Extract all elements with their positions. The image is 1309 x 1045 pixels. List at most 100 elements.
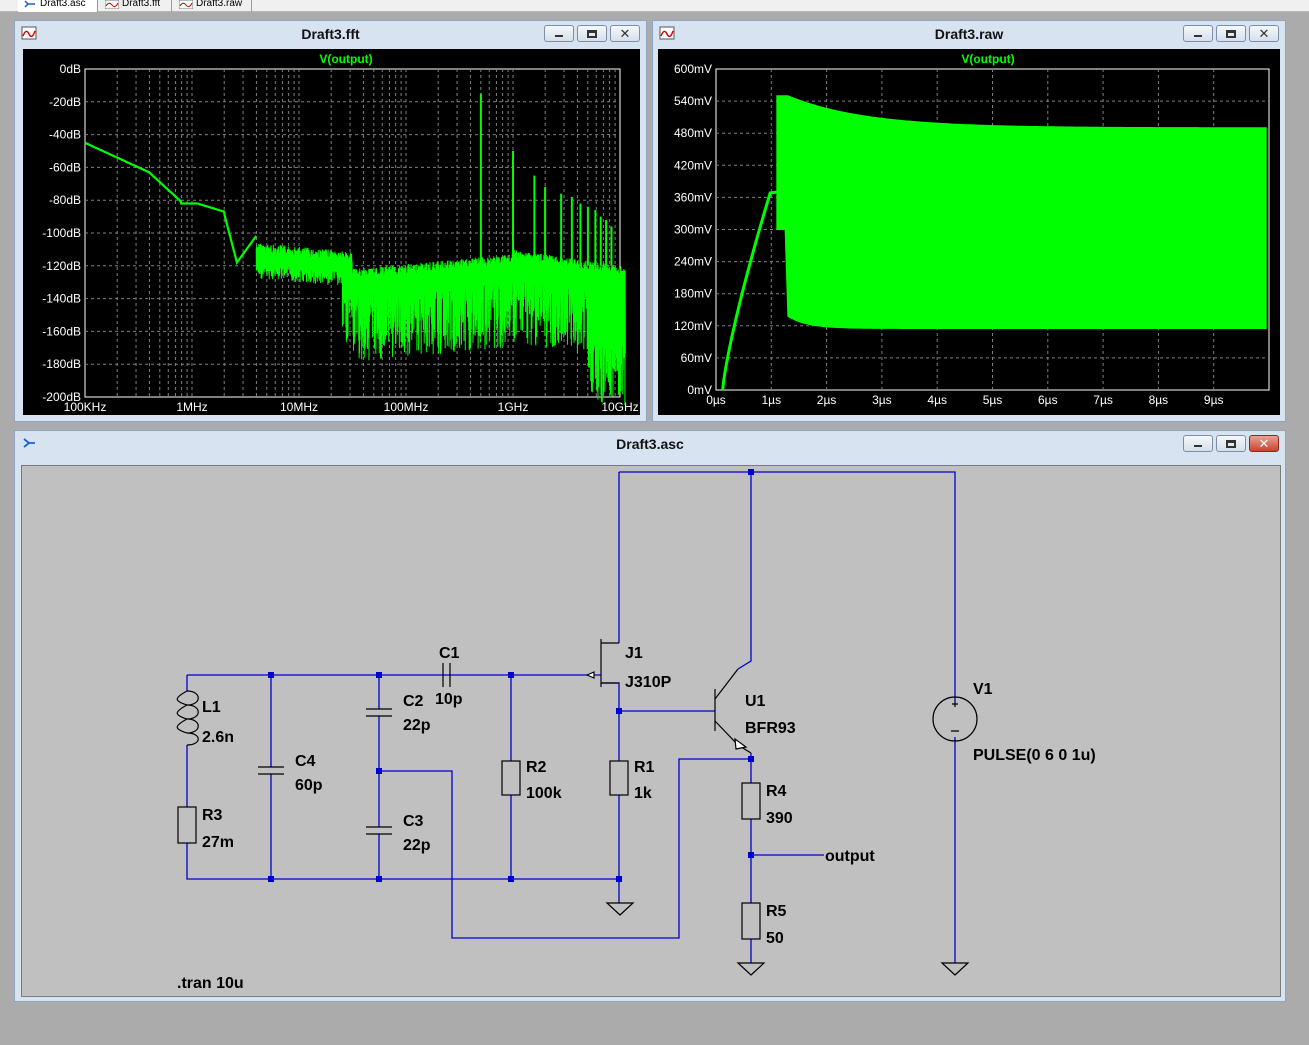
x-tick-label: 6µs xyxy=(1038,393,1058,407)
close-button[interactable]: ✕ xyxy=(1249,435,1279,452)
minimize-icon xyxy=(1194,35,1202,37)
y-tick-label: -80dB xyxy=(49,193,81,207)
minimize-icon xyxy=(555,35,563,37)
close-icon: ✕ xyxy=(1258,436,1270,451)
minimize-button[interactable] xyxy=(1183,435,1213,452)
y-tick-label: 240mV xyxy=(674,255,712,269)
close-button[interactable]: ✕ xyxy=(1249,25,1279,42)
window-titlebar[interactable]: Draft3.fft ✕ xyxy=(15,21,646,45)
close-button[interactable]: ✕ xyxy=(610,25,640,42)
transient-plot-window[interactable]: Draft3.raw ✕ V(output) 600mV 540mV 480mV 42… xyxy=(652,20,1286,422)
fft-trace-noise[interactable] xyxy=(255,243,626,406)
window-titlebar[interactable]: Draft3.raw ✕ xyxy=(653,21,1285,45)
transient-plot-area[interactable]: V(output) 600mV 540mV 480mV 420mV 360mV 300mV… xyxy=(658,49,1280,415)
y-tick-label: -20dB xyxy=(49,95,81,109)
x-tick-label: 100MHz xyxy=(384,400,429,414)
fft-trace-envelope[interactable] xyxy=(84,141,258,266)
tab-draft3-raw[interactable]: Draft3.raw xyxy=(174,0,252,12)
fft-plot-svg[interactable]: V(output) 0dB -20dB -40dB -60dB -80dB -100dB -… xyxy=(23,49,640,415)
value-r4[interactable]: 390 xyxy=(766,810,793,827)
fft-plot-window[interactable]: Draft3.fft ✕ V(output) 0dB -20dB -40dB -60d… xyxy=(14,20,647,422)
trace-label[interactable]: V(output) xyxy=(961,52,1014,66)
tab-label: Draft3.asc xyxy=(40,0,86,9)
label-j1[interactable]: J1 xyxy=(625,645,643,662)
tab-draft3-fft[interactable]: Draft3.fft xyxy=(100,0,172,12)
value-u1[interactable]: BFR93 xyxy=(745,720,796,737)
tab-label: Draft3.raw xyxy=(196,0,243,9)
net-label-output[interactable]: output xyxy=(825,848,875,865)
trace-label[interactable]: V(output) xyxy=(319,52,372,66)
minimize-button[interactable] xyxy=(1183,25,1213,42)
fft-plot-area[interactable]: V(output) 0dB -20dB -40dB -60dB -80dB -100dB -… xyxy=(23,49,640,415)
label-r4[interactable]: R4 xyxy=(766,783,787,800)
maximize-button[interactable] xyxy=(577,25,607,42)
value-r1[interactable]: 1k xyxy=(634,785,652,802)
value-r2[interactable]: 100k xyxy=(526,785,562,802)
y-tick-label: 420mV xyxy=(674,158,712,172)
label-c2[interactable]: C2 xyxy=(403,693,424,710)
component-symbols xyxy=(176,639,978,976)
label-v1[interactable]: V1 xyxy=(973,681,993,698)
x-tick-label: 10GHz xyxy=(601,400,638,414)
schematic-canvas[interactable]: L1 2.6n R3 27m C4 60p C2 22p C3 22p C1 1… xyxy=(21,465,1281,997)
x-tick-label: 4µs xyxy=(927,393,947,407)
close-icon: ✕ xyxy=(1258,26,1270,41)
close-icon: ✕ xyxy=(619,26,631,41)
document-tab-bar: Draft3.asc Draft3.fft Draft3.raw xyxy=(0,0,1309,12)
transient-trace-oscillation[interactable] xyxy=(776,95,1267,329)
label-c4[interactable]: C4 xyxy=(295,753,316,770)
maximize-button[interactable] xyxy=(1216,25,1246,42)
value-c3[interactable]: 22p xyxy=(403,837,431,854)
value-r5[interactable]: 50 xyxy=(766,930,784,947)
value-c1[interactable]: 10p xyxy=(435,691,463,708)
transient-plot-svg[interactable]: V(output) 600mV 540mV 480mV 420mV 360mV 300mV… xyxy=(658,49,1280,415)
x-tick-label: 9µs xyxy=(1204,393,1224,407)
spice-directive[interactable]: .tran 10u xyxy=(177,975,244,992)
label-r2[interactable]: R2 xyxy=(526,759,547,776)
value-c4[interactable]: 60p xyxy=(295,777,323,794)
value-l1[interactable]: 2.6n xyxy=(202,729,234,746)
value-c2[interactable]: 22p xyxy=(403,717,431,734)
y-tick-label: -100dB xyxy=(42,226,81,240)
minimize-icon xyxy=(1194,445,1202,447)
maximize-icon xyxy=(1226,439,1236,448)
label-r5[interactable]: R5 xyxy=(766,903,787,920)
y-tick-label: -40dB xyxy=(49,128,81,142)
y-tick-label: 540mV xyxy=(674,94,712,108)
value-r3[interactable]: 27m xyxy=(202,834,234,851)
value-v1[interactable]: PULSE(0 6 0 1u) xyxy=(973,747,1096,764)
label-c1[interactable]: C1 xyxy=(439,645,460,662)
label-r3[interactable]: R3 xyxy=(202,807,223,824)
y-tick-label: 480mV xyxy=(674,126,712,140)
label-u1[interactable]: U1 xyxy=(745,693,766,710)
minimize-button[interactable] xyxy=(544,25,574,42)
waveform-icon xyxy=(105,0,119,9)
y-tick-label: -160dB xyxy=(42,324,81,338)
y-tick-label: 600mV xyxy=(674,62,712,76)
x-tick-label: 5µs xyxy=(983,393,1003,407)
y-tick-label: 0dB xyxy=(60,62,81,76)
maximize-button[interactable] xyxy=(1216,435,1246,452)
y-tick-label: -60dB xyxy=(49,160,81,174)
value-j1[interactable]: J310P xyxy=(625,674,672,691)
transient-trace-startup[interactable] xyxy=(721,190,778,391)
label-c3[interactable]: C3 xyxy=(403,813,424,830)
x-tick-label: 2µs xyxy=(817,393,837,407)
x-tick-label: 10MHz xyxy=(280,400,318,414)
maximize-icon xyxy=(1226,29,1236,38)
y-tick-label: 120mV xyxy=(674,319,712,333)
window-title: Draft3.asc xyxy=(616,436,684,452)
x-tick-label: 100KHz xyxy=(64,400,107,414)
maximize-icon xyxy=(587,29,597,38)
y-tick-label: 60mV xyxy=(681,351,712,365)
schematic-window[interactable]: Draft3.asc ✕ L1 2.6n R3 27m C4 60p C2 22… xyxy=(14,430,1286,1002)
label-l1[interactable]: L1 xyxy=(202,699,221,716)
schematic-svg[interactable]: L1 2.6n R3 27m C4 60p C2 22p C3 22p C1 1… xyxy=(22,466,1280,996)
x-tick-label: 1MHz xyxy=(176,400,207,414)
waveform-icon xyxy=(179,0,193,9)
y-tick-label: 360mV xyxy=(674,190,712,204)
window-titlebar[interactable]: Draft3.asc ✕ xyxy=(15,431,1285,455)
label-r1[interactable]: R1 xyxy=(634,759,655,776)
y-tick-label: -180dB xyxy=(42,357,81,371)
tab-draft3-asc[interactable]: Draft3.asc xyxy=(18,0,98,12)
